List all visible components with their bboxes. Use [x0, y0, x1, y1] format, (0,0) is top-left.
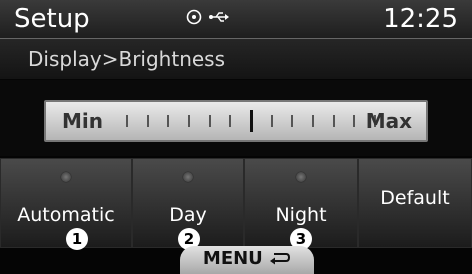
slider-min-label: Min	[62, 109, 103, 133]
usb-icon	[209, 12, 229, 22]
slider-tick	[147, 115, 149, 127]
slider-max-label: Max	[365, 109, 412, 133]
slider-tick	[333, 115, 335, 127]
status-icons	[186, 9, 230, 25]
default-button[interactable]: Default	[358, 158, 472, 248]
night-label: Night	[275, 204, 327, 226]
slider-tick	[291, 115, 293, 127]
brightness-slider[interactable]: Min Max	[44, 100, 428, 142]
automatic-label: Automatic	[17, 204, 115, 226]
slider-tick	[126, 115, 128, 127]
slider-tick	[209, 115, 211, 127]
top-bar: Setup 12:25	[0, 0, 472, 39]
day-indicator-icon	[183, 172, 193, 182]
screen-title: Setup	[14, 4, 90, 34]
slider-thumb[interactable]	[250, 110, 253, 132]
back-arrow-icon	[270, 253, 291, 265]
day-label: Day	[169, 204, 207, 226]
menu-label: MENU	[202, 248, 263, 269]
default-label: Default	[380, 187, 450, 209]
slider-tick	[271, 115, 273, 127]
clock: 12:25	[383, 4, 458, 34]
automatic-indicator-icon	[61, 172, 71, 182]
breadcrumb: Display>Brightness	[28, 47, 226, 71]
slider-tick	[312, 115, 314, 127]
slider-tick	[229, 115, 231, 127]
breadcrumb-bar: Display>Brightness	[0, 39, 472, 79]
slider-tick	[353, 115, 355, 127]
slider-tick	[167, 115, 169, 127]
slider-tick	[188, 115, 190, 127]
disc-icon	[186, 9, 202, 25]
slider-ticks	[126, 102, 376, 140]
night-indicator-icon	[296, 172, 306, 182]
callout-1: 1	[66, 228, 88, 250]
